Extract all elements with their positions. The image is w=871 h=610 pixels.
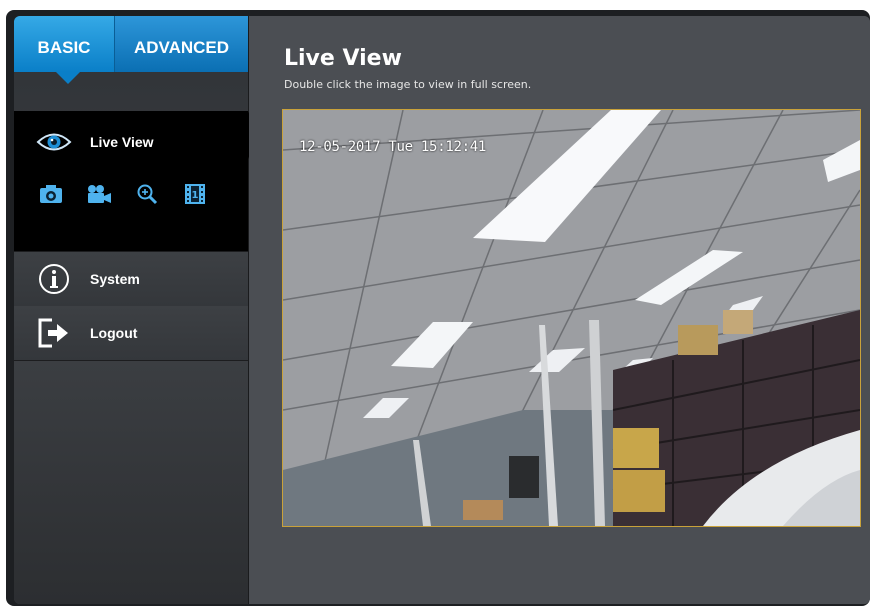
- camera-image: [283, 110, 860, 526]
- main-content: Live View Double click the image to view…: [249, 16, 870, 604]
- svg-text:1: 1: [192, 190, 199, 201]
- film-strip-icon[interactable]: 1: [182, 182, 208, 206]
- live-view-toolbar: 1: [38, 182, 208, 206]
- eye-icon: [34, 126, 74, 158]
- snapshot-icon[interactable]: [38, 182, 64, 206]
- live-video-feed[interactable]: 12-05-2017 Tue 15:12:41: [282, 109, 861, 527]
- tab-advanced-label: ADVANCED: [133, 38, 230, 57]
- tab-basic-label: BASIC: [37, 38, 91, 57]
- video-timestamp: 12-05-2017 Tue 15:12:41: [299, 139, 486, 155]
- menu-item-live-view[interactable]: Live View: [14, 126, 248, 158]
- active-tab-pointer: [56, 72, 80, 84]
- sidebar-empty-area: [14, 361, 248, 604]
- tab-bar: BASIC ADVANCED: [14, 16, 248, 84]
- record-video-icon[interactable]: [86, 182, 112, 206]
- menu-item-live-view-label: Live View: [90, 134, 154, 150]
- menu-item-system[interactable]: System: [14, 251, 248, 307]
- menu-item-system-label: System: [90, 271, 140, 287]
- sidebar: BASIC ADVANCED Live View 1 System Logout: [14, 16, 258, 604]
- app-window: BASIC ADVANCED Live View 1 System Logout…: [14, 16, 870, 604]
- menu-item-logout-label: Logout: [90, 325, 138, 341]
- page-title: Live View: [284, 46, 402, 71]
- info-icon: [34, 263, 74, 295]
- tab-advanced[interactable]: ADVANCED: [114, 16, 248, 72]
- zoom-icon[interactable]: [134, 182, 160, 206]
- page-subtitle: Double click the image to view in full s…: [284, 78, 532, 91]
- tab-basic[interactable]: BASIC: [14, 16, 114, 72]
- logout-icon: [34, 317, 74, 349]
- menu-item-logout[interactable]: Logout: [14, 306, 248, 361]
